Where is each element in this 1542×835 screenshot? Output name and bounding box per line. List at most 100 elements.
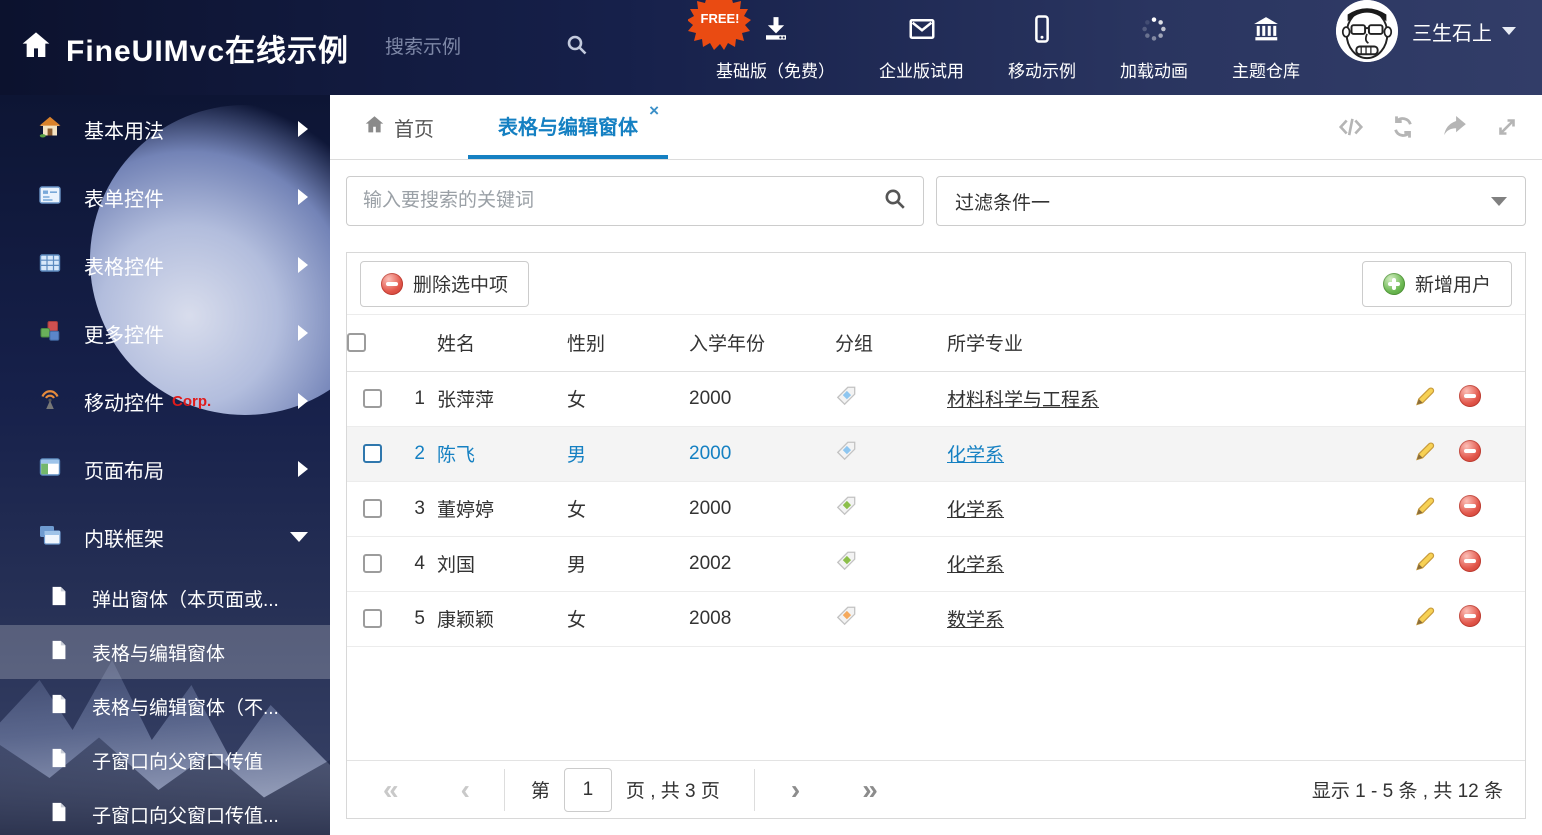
major-link[interactable]: 化学系 — [947, 500, 1004, 521]
edit-icon[interactable] — [1413, 494, 1437, 518]
sidebar-subitem-grid-edit-window-2[interactable]: 表格与编辑窗体（不... — [0, 679, 330, 733]
sidebar-item-more-controls[interactable]: 更多控件 — [0, 299, 330, 367]
refresh-icon[interactable] — [1390, 114, 1416, 140]
sidebar-item-basic-usage[interactable]: 基本用法 — [0, 95, 330, 163]
column-header-gender: 性别 — [567, 315, 689, 372]
row-checkbox[interactable] — [362, 388, 382, 408]
file-icon — [48, 693, 70, 720]
filter-select[interactable]: 过滤条件一 — [936, 176, 1526, 226]
edit-icon[interactable] — [1413, 604, 1437, 628]
row-checkbox[interactable] — [362, 443, 382, 463]
keyword-search-box — [346, 176, 924, 226]
table-row[interactable]: 4 刘国 男 2002 化学系 — [347, 536, 1525, 592]
users-table: 姓名 性别 入学年份 分组 所学专业 1 张萍萍 女 2000 材料科学与工程系… — [347, 315, 1525, 647]
share-forward-icon[interactable] — [1442, 114, 1468, 140]
table-row[interactable]: 5 康颖颖 女 2008 数学系 — [347, 591, 1525, 647]
tag-icon — [835, 550, 857, 572]
file-icon — [48, 585, 70, 612]
user-menu[interactable]: 三生石上 — [1322, 0, 1542, 62]
bank-icon — [1251, 14, 1281, 49]
source-code-icon[interactable] — [1338, 114, 1364, 140]
cell-name: 董婷婷 — [437, 481, 567, 537]
app-logo[interactable]: FineUIMvc在线示例 — [0, 26, 349, 70]
sidebar-subitem-popup-window[interactable]: 弹出窗体（本页面或... — [0, 571, 330, 625]
tab-home[interactable]: 首页 — [344, 95, 454, 159]
row-checkbox[interactable] — [362, 498, 382, 518]
file-icon — [48, 747, 70, 774]
cell-gender: 男 — [567, 536, 689, 592]
chevron-down-icon — [1502, 27, 1516, 35]
add-user-button[interactable]: 新增用户 — [1361, 260, 1512, 307]
home-icon — [364, 114, 385, 140]
row-checkbox[interactable] — [362, 553, 382, 573]
last-page-button[interactable]: » — [862, 775, 878, 804]
header-search-input[interactable] — [385, 36, 536, 59]
major-link[interactable]: 化学系 — [947, 555, 1004, 576]
sidebar-item-grid-controls[interactable]: 表格控件 — [0, 231, 330, 299]
sidebar-item-label: 表单控件 — [84, 188, 164, 211]
edit-icon[interactable] — [1413, 439, 1437, 463]
sidebar-item-iframe[interactable]: 内联框架 — [0, 503, 330, 571]
nav-theme-store[interactable]: 主题仓库 — [1210, 0, 1322, 95]
search-icon[interactable] — [883, 187, 907, 216]
tab-grid-edit-window[interactable]: 表格与编辑窗体 × — [468, 95, 668, 159]
nav-enterprise-trial[interactable]: 企业版试用 — [857, 0, 986, 95]
delete-row-icon[interactable] — [1459, 384, 1481, 407]
select-all-checkbox[interactable] — [347, 333, 366, 353]
page-number-input[interactable] — [563, 767, 612, 812]
row-checkbox[interactable] — [362, 608, 382, 628]
chevron-right-icon — [298, 461, 308, 477]
pager-divider — [503, 768, 505, 811]
delete-row-icon[interactable] — [1459, 494, 1481, 517]
cubes-icon — [38, 319, 62, 348]
first-page-button[interactable]: « — [383, 775, 399, 804]
minus-circle-icon — [381, 272, 403, 295]
sidebar-submenu: 弹出窗体（本页面或... 表格与编辑窗体 表格与编辑窗体（不... 子窗口向父窗… — [0, 571, 330, 835]
delete-row-icon[interactable] — [1459, 439, 1481, 462]
sidebar-subitem-child-to-parent-2[interactable]: 子窗口向父窗口传值... — [0, 787, 330, 835]
chevron-right-icon — [298, 325, 308, 341]
cell-gender: 女 — [567, 591, 689, 647]
close-icon[interactable]: × — [649, 102, 659, 119]
sidebar-item-label: 移动控件 — [84, 392, 164, 415]
sidebar-item-mobile-controls[interactable]: 移动控件 Corp. — [0, 367, 330, 435]
search-icon[interactable] — [565, 33, 589, 62]
table-row[interactable]: 2 陈飞 男 2000 化学系 — [347, 426, 1525, 482]
sidebar-item-page-layout[interactable]: 页面布局 — [0, 435, 330, 503]
edit-icon[interactable] — [1413, 384, 1437, 408]
home-colored-icon — [38, 115, 62, 144]
cell-year: 2000 — [689, 481, 835, 537]
major-link[interactable]: 材料科学与工程系 — [947, 390, 1099, 411]
free-badge[interactable]: FREE! — [687, 0, 752, 50]
prev-page-button[interactable]: ‹ — [461, 775, 470, 804]
keyword-search-input[interactable] — [363, 190, 883, 212]
sidebar-item-form-controls[interactable]: 表单控件 — [0, 163, 330, 231]
delete-row-icon[interactable] — [1459, 604, 1481, 627]
grid-empty-space — [347, 646, 1525, 760]
nav-mobile-demo[interactable]: 移动示例 — [986, 0, 1098, 95]
edit-icon[interactable] — [1413, 549, 1437, 573]
major-link[interactable]: 数学系 — [947, 610, 1004, 631]
delete-row-icon[interactable] — [1459, 549, 1481, 572]
next-page-button[interactable]: › — [791, 775, 800, 804]
major-link[interactable]: 化学系 — [947, 445, 1004, 466]
chevron-right-icon — [298, 189, 308, 205]
sidebar-item-label: 页面布局 — [84, 460, 164, 483]
nav-loading-animation[interactable]: 加载动画 — [1098, 0, 1210, 95]
table-row[interactable]: 3 董婷婷 女 2000 化学系 — [347, 481, 1525, 537]
tab-bar: 首页 表格与编辑窗体 × — [330, 95, 1542, 160]
top-header: FineUIMvc在线示例 FREE! 基础版（免费） 企业版试用 — [0, 0, 1542, 95]
chevron-right-icon — [298, 393, 308, 409]
sidebar-subitem-child-to-parent[interactable]: 子窗口向父窗口传值 — [0, 733, 330, 787]
column-header-year: 入学年份 — [689, 315, 835, 372]
chevron-down-icon — [290, 532, 308, 542]
row-index: 1 — [397, 371, 437, 427]
delete-selected-button[interactable]: 删除选中项 — [360, 260, 530, 307]
sidebar-subitem-grid-edit-window[interactable]: 表格与编辑窗体 — [0, 625, 330, 679]
column-header-group: 分组 — [835, 315, 947, 372]
frames-icon — [38, 523, 62, 552]
expand-icon[interactable] — [1494, 114, 1520, 140]
download-icon — [761, 14, 791, 49]
table-row[interactable]: 1 张萍萍 女 2000 材料科学与工程系 — [347, 371, 1525, 427]
filter-select-value: 过滤条件一 — [955, 192, 1051, 214]
